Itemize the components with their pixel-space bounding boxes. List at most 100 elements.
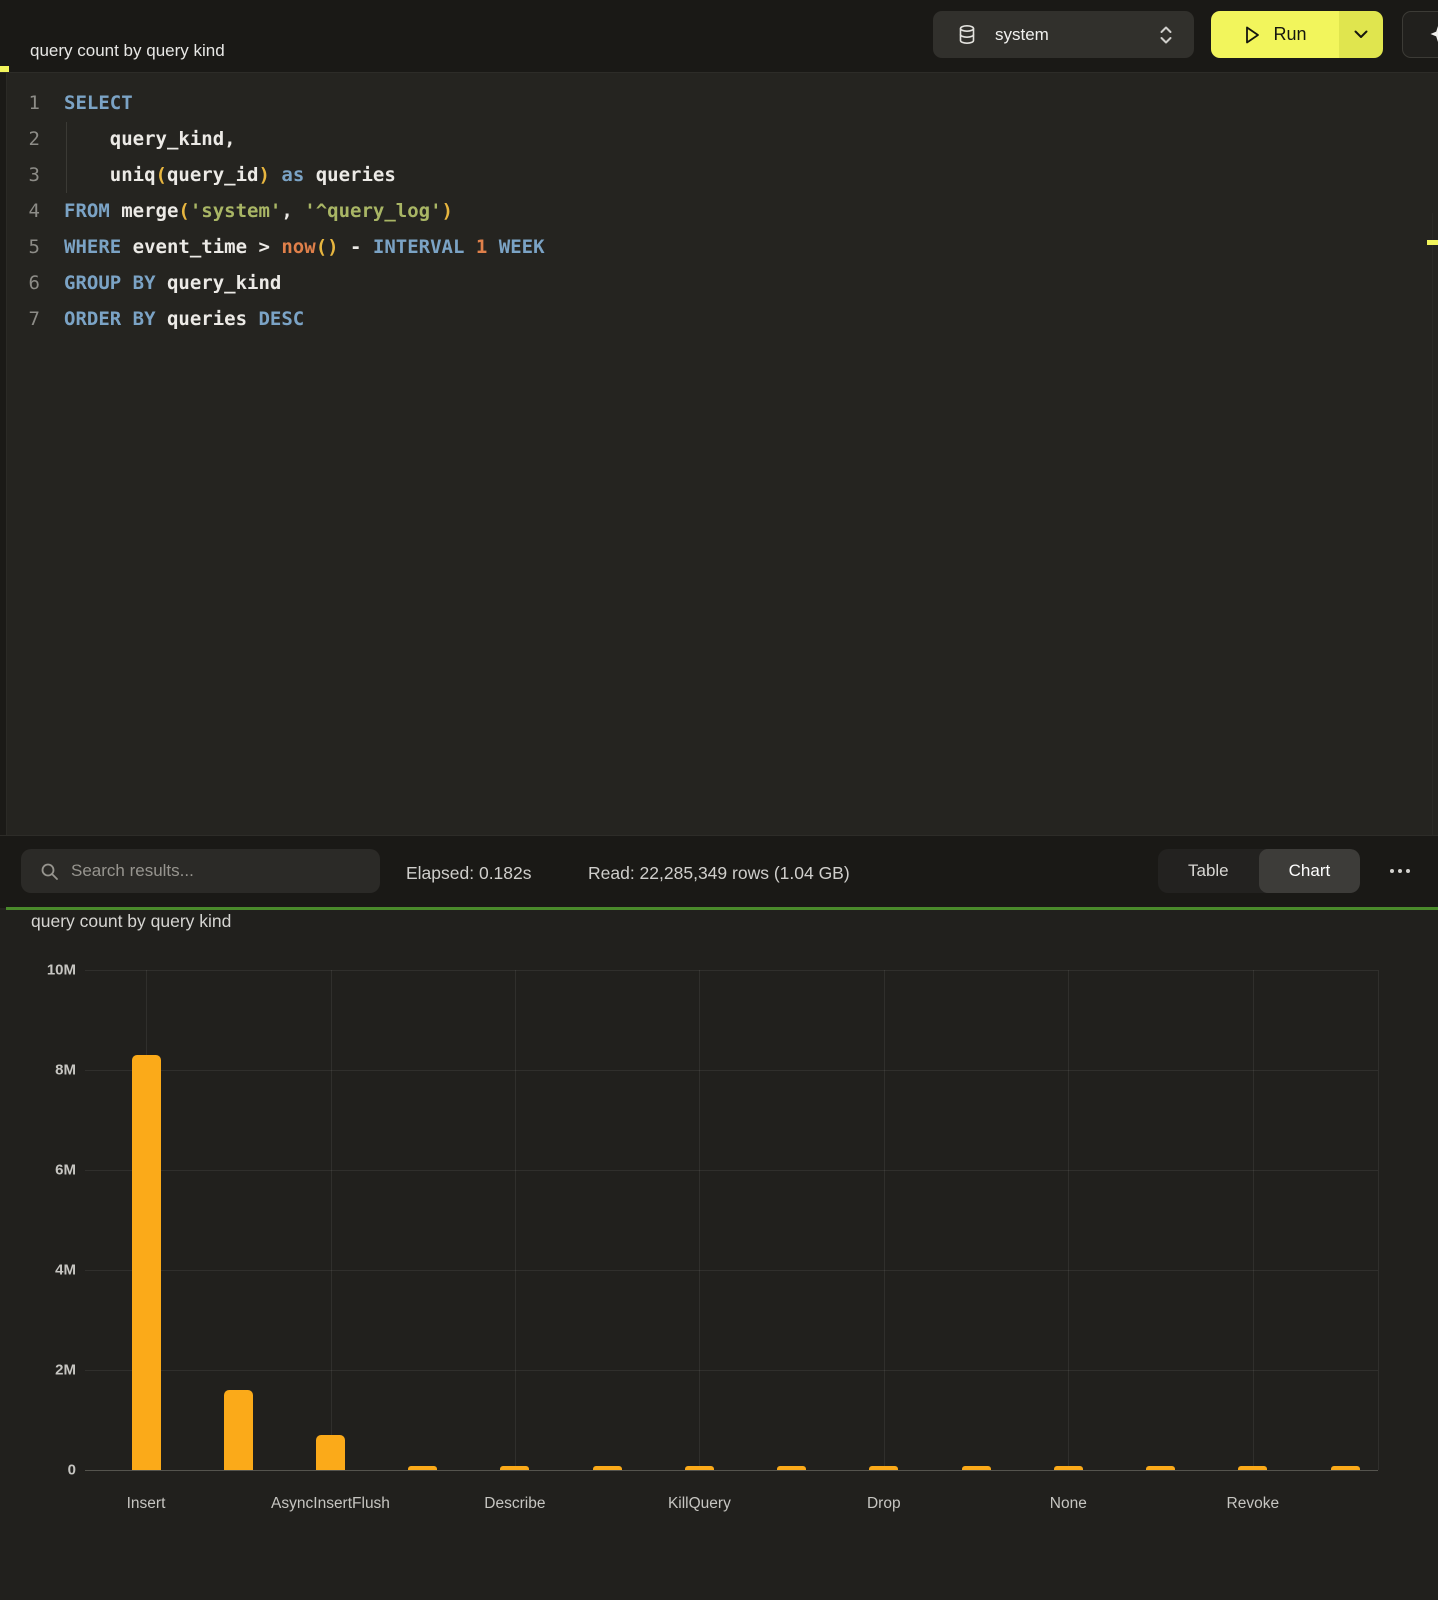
tab-chart[interactable]: Chart [1259,849,1361,893]
indent-guide [66,122,67,193]
view-toggle: Table Chart [1158,849,1360,893]
code-line[interactable]: 5WHERE event_time > now() - INTERVAL 1 W… [0,229,1438,265]
code-line[interactable]: 4FROM merge('system', '^query_log') [0,193,1438,229]
token-str: 'system' [190,200,282,222]
bar[interactable] [593,1466,622,1470]
code-line[interactable]: 3 uniq(query_id) as queries [0,157,1438,193]
gridline-horizontal [85,1070,1378,1071]
bar[interactable] [408,1466,437,1471]
bar[interactable] [132,1055,161,1470]
sql-editor[interactable]: 1SELECT2 query_kind,3 uniq(query_id) as … [0,73,1438,835]
token-id: query_kind [156,272,282,294]
token-par: () [316,236,339,258]
bar[interactable] [1054,1466,1083,1471]
editor-left-gutter [0,73,7,907]
sparkle-icon [1427,23,1438,47]
gridline-horizontal [85,970,1378,971]
chevron-up-down-icon [1158,24,1174,46]
token-kw: as [270,164,304,186]
bar[interactable] [869,1466,898,1471]
token-kw: WEEK [499,236,545,258]
run-button[interactable]: Run [1211,11,1339,58]
token-id: merge [110,200,179,222]
x-axis-tick-label: Revoke [1227,1495,1280,1513]
editor-lines: 1SELECT2 query_kind,3 uniq(query_id) as … [0,85,1438,337]
token-id: query_kind, [64,128,236,150]
token-id: query_id [167,164,259,186]
chart-panel: query count by query kind 10M8M6M4M2M0In… [0,910,1438,1600]
y-axis-tick-label: 10M [18,962,76,979]
token-kw: GROUP BY [64,272,156,294]
token-par: ( [178,200,189,222]
database-icon [957,24,977,46]
token-str: '^query_log' [304,200,441,222]
code-line[interactable]: 7ORDER BY queries DESC [0,301,1438,337]
gridline-horizontal [85,1470,1378,1471]
overview-ruler-mark [1427,240,1438,245]
gridline-horizontal [85,1270,1378,1271]
token-id: , [281,200,304,222]
code-line[interactable]: 1SELECT [0,85,1438,121]
gridline-horizontal [85,1370,1378,1371]
search-icon [40,862,59,881]
run-button-label: Run [1273,24,1306,45]
code-text: WHERE event_time > now() - INTERVAL 1 WE… [40,229,545,265]
active-tab-indicator [0,66,9,72]
bar[interactable] [224,1390,253,1470]
bar[interactable] [685,1466,714,1471]
bar[interactable] [500,1466,529,1471]
y-axis-tick-label: 6M [18,1162,76,1179]
plot-right-border [1378,970,1379,1470]
token-kw: SELECT [64,92,133,114]
code-text: GROUP BY query_kind [40,265,281,301]
x-axis-tick-label: None [1050,1495,1087,1513]
gridline-vertical [1253,970,1254,1470]
y-axis-tick-label: 4M [18,1262,76,1279]
x-axis-tick-label: Describe [484,1495,545,1513]
gridline-vertical [699,970,700,1470]
chevron-down-icon [1354,30,1368,39]
more-options-button[interactable] [1378,849,1422,893]
token-id: uniq [64,164,156,186]
bar[interactable] [962,1466,991,1470]
tab-table[interactable]: Table [1158,849,1259,893]
gridline-vertical [515,970,516,1470]
token-kw: DESC [258,308,304,330]
token-kw: INTERVAL [373,236,465,258]
read-stat: Read: 22,285,349 rows (1.04 GB) [588,836,850,908]
bar[interactable] [777,1466,806,1471]
token-kw: FROM [64,200,110,222]
y-axis-tick-label: 2M [18,1362,76,1379]
token-kw: ORDER BY [64,308,156,330]
results-toolbar: Elapsed: 0.182s Read: 22,285,349 rows (1… [0,835,1438,908]
code-line[interactable]: 6GROUP BY query_kind [0,265,1438,301]
search-results-box[interactable] [21,849,380,893]
bar[interactable] [1331,1466,1360,1470]
token-kw: WHERE [64,236,121,258]
play-icon [1243,25,1261,45]
run-split-button: Run [1211,11,1383,58]
bar[interactable] [1238,1466,1267,1471]
code-text: query_kind, [40,121,236,157]
ellipsis-icon [1389,868,1411,874]
token-num: 1 [464,236,498,258]
run-options-button[interactable] [1339,11,1383,58]
token-id: queries [156,308,259,330]
token-id: event_time > [121,236,281,258]
token-id: - [339,236,373,258]
gridline-vertical [1068,970,1069,1470]
search-results-input[interactable] [69,860,353,882]
y-axis-tick-label: 8M [18,1062,76,1079]
code-text: SELECT [40,85,133,121]
token-par: ) [258,164,269,186]
sql-console-window: query count by query kind system [0,0,1438,1600]
code-line[interactable]: 2 query_kind, [0,121,1438,157]
ai-assist-button[interactable] [1402,11,1438,58]
database-selector-value: system [995,25,1049,45]
bar[interactable] [316,1435,345,1470]
database-selector[interactable]: system [933,11,1194,58]
code-text: ORDER BY queries DESC [40,301,304,337]
code-text: FROM merge('system', '^query_log') [40,193,453,229]
x-axis-tick-label: KillQuery [668,1495,731,1513]
bar[interactable] [1146,1466,1175,1470]
